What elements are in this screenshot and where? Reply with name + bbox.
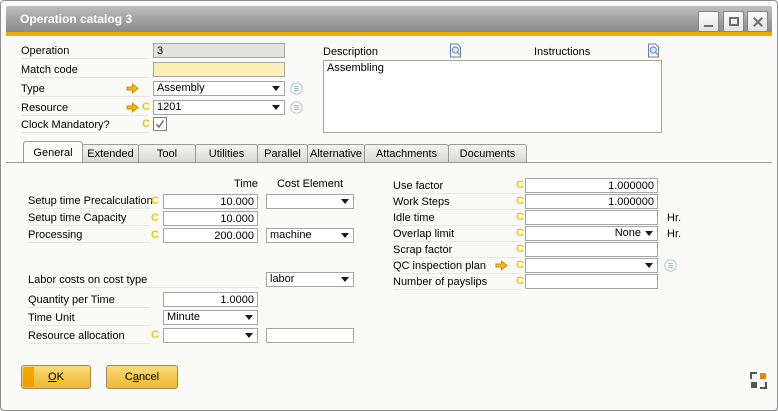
number-of-payslips-label: Number of payslips [393, 275, 521, 290]
setup-capacity-time-field[interactable] [163, 211, 258, 226]
overlap-limit-unit: Hr. [667, 227, 681, 242]
column-header-cost-element: Cost Element [266, 177, 354, 192]
resource-allocation-label: Resource allocation [28, 329, 150, 344]
type-dropdown[interactable]: Assembly [153, 81, 285, 96]
setup-capacity-label: Setup time Capacity [28, 211, 150, 226]
tab-tool[interactable]: Tool [138, 144, 196, 163]
quantity-per-time-field[interactable] [163, 292, 258, 307]
idle-time-label: Idle time [393, 211, 521, 226]
quantity-per-time-label: Quantity per Time [28, 293, 150, 308]
work-steps-label: Work Steps [393, 195, 521, 210]
time-unit-dropdown[interactable]: Minute [163, 310, 258, 325]
link-arrow-icon[interactable] [126, 83, 139, 94]
operation-catalog-window: Operation catalog 3 Operation Match code… [0, 0, 778, 411]
tab-utilities[interactable]: Utilities [195, 144, 258, 163]
operation-label: Operation [21, 44, 149, 59]
operation-field [153, 43, 285, 58]
tab-parallel[interactable]: Parallel [257, 144, 308, 163]
tab-attachments[interactable]: Attachments [364, 144, 449, 163]
cancel-button[interactable]: Cancel [106, 365, 178, 389]
dropdown-arrow-icon [341, 277, 349, 282]
resource-allocation-dropdown[interactable] [163, 328, 258, 343]
c-flag-icon: C [151, 195, 160, 208]
dropdown-arrow-icon [645, 263, 653, 268]
dropdown-arrow-icon [245, 333, 253, 338]
time-unit-label: Time Unit [28, 311, 150, 326]
scrap-factor-label: Scrap factor [393, 243, 521, 258]
instructions-label: Instructions [534, 45, 644, 60]
c-flag-icon: C [151, 329, 160, 342]
setup-precalc-cost-element-dropdown[interactable] [266, 194, 354, 209]
c-flag-icon: C [516, 195, 525, 208]
work-steps-field[interactable] [525, 194, 658, 209]
labor-costs-dropdown[interactable]: labor [266, 272, 354, 287]
column-header-time: Time [163, 177, 258, 192]
scrap-factor-field[interactable] [525, 242, 658, 257]
match-code-field[interactable] [153, 62, 285, 77]
window-title: Operation catalog 3 [20, 6, 132, 32]
dropdown-arrow-icon [645, 231, 653, 236]
ok-button[interactable]: OK [21, 365, 91, 389]
tab-extended[interactable]: Extended [82, 144, 139, 163]
dropdown-arrow-icon [272, 105, 280, 110]
tab-documents[interactable]: Documents [448, 144, 527, 163]
processing-label: Processing [28, 228, 150, 243]
tab-alternative[interactable]: Alternative [307, 144, 365, 163]
setup-precalc-label: Setup time Precalculation [28, 194, 150, 209]
overlap-limit-dropdown[interactable]: None [525, 226, 658, 241]
c-flag-icon: C [516, 227, 525, 240]
description-label: Description [323, 45, 433, 60]
resource-dropdown[interactable]: 1201 [153, 100, 285, 115]
dropdown-arrow-icon [341, 233, 349, 238]
dropdown-arrow-icon [245, 315, 253, 320]
processing-cost-element-dropdown[interactable]: machine [266, 228, 354, 243]
preview-instructions-icon[interactable] [647, 43, 660, 58]
preview-description-icon[interactable] [449, 43, 462, 58]
resource-allocation-extra-field[interactable] [266, 328, 354, 343]
idle-time-field[interactable] [525, 210, 658, 225]
use-factor-field[interactable] [525, 178, 658, 193]
c-flag-icon: C [516, 179, 525, 192]
processing-time-field[interactable] [163, 228, 258, 243]
number-of-payslips-field[interactable] [525, 274, 658, 289]
resize-grip-icon[interactable] [749, 371, 768, 390]
clock-mandatory-checkbox[interactable] [153, 117, 167, 131]
title-bar[interactable]: Operation catalog 3 [6, 6, 772, 32]
minimize-icon [704, 25, 713, 27]
choose-from-list-icon[interactable] [290, 101, 303, 114]
qc-inspection-plan-dropdown[interactable] [525, 258, 658, 273]
match-code-label: Match code [21, 63, 149, 78]
link-arrow-icon[interactable] [126, 102, 139, 113]
labor-costs-label: Labor costs on cost type [28, 273, 258, 288]
description-textarea[interactable]: Assembling [323, 60, 662, 133]
accent-stripe [6, 32, 772, 36]
overlap-limit-label: Overlap limit [393, 227, 521, 242]
c-flag-icon: C [151, 229, 160, 242]
default-button-accent [23, 367, 34, 387]
link-arrow-icon[interactable] [495, 260, 508, 271]
setup-precalc-time-field[interactable] [163, 194, 258, 209]
minimize-button[interactable] [698, 11, 719, 32]
maximize-icon [729, 17, 739, 26]
choose-from-list-icon[interactable] [664, 259, 677, 272]
clock-mandatory-label: Clock Mandatory? [21, 118, 149, 133]
c-flag-icon: C [516, 211, 525, 224]
choose-from-list-icon[interactable] [290, 82, 303, 95]
c-flag-icon: C [151, 212, 160, 225]
c-flag-icon: C [516, 243, 525, 256]
close-button[interactable] [747, 11, 768, 32]
c-flag-icon: C [516, 275, 525, 288]
idle-time-unit: Hr. [667, 211, 681, 226]
use-factor-label: Use factor [393, 179, 521, 194]
checkmark-icon [154, 118, 166, 130]
tab-general[interactable]: General [23, 141, 83, 163]
c-flag-icon: C [516, 259, 525, 272]
dropdown-arrow-icon [272, 86, 280, 91]
c-flag-icon: C [142, 118, 151, 131]
c-flag-icon: C [142, 101, 151, 114]
maximize-button[interactable] [723, 11, 744, 32]
dropdown-arrow-icon [341, 199, 349, 204]
